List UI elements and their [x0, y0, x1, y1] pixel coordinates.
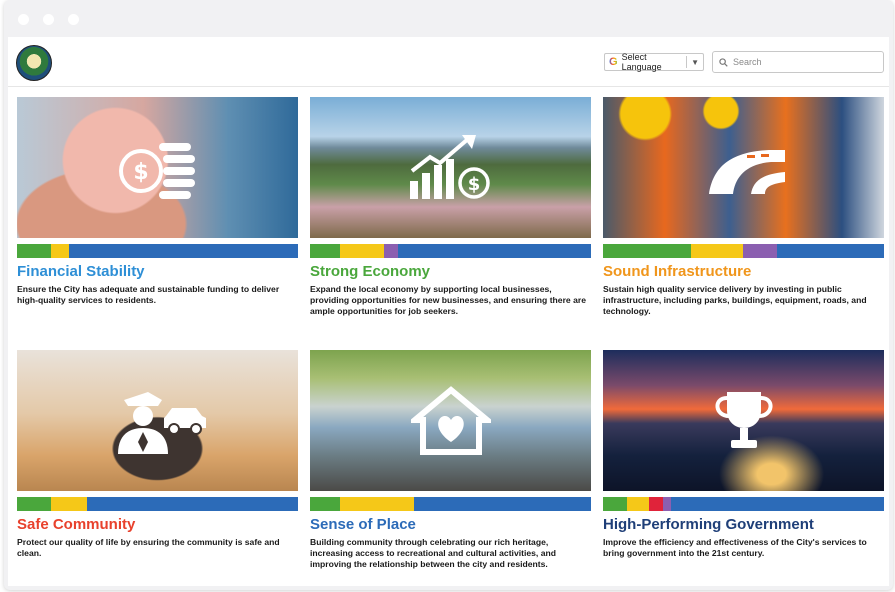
window-dot[interactable]: [43, 14, 54, 25]
colorbar-segment: [51, 497, 87, 511]
card-image[interactable]: [603, 350, 884, 491]
site-header: G Select Language ▼: [8, 37, 889, 87]
card-description: Expand the local economy by supporting l…: [310, 284, 586, 316]
road-icon: [708, 149, 785, 194]
colorbar-segment: [663, 497, 671, 511]
svg-text:$: $: [133, 160, 148, 185]
card-description: Sustain high quality service delivery by…: [603, 284, 867, 316]
colorbar-segment: [17, 244, 51, 258]
colorbar-segment: [384, 244, 398, 258]
colorbar-segment: [310, 244, 340, 258]
piggy-bank-coins-icon: $: [118, 142, 195, 199]
colorbar-segment: [310, 497, 340, 511]
card-safe-community[interactable]: Safe Community Protect our quality of li…: [17, 350, 298, 559]
google-icon: G: [609, 56, 618, 68]
colorbar-segment: [340, 244, 384, 258]
priority-colorbar: [310, 497, 591, 511]
colorbar-segment: [51, 244, 69, 258]
svg-text:$: $: [467, 174, 480, 195]
card-description: Ensure the City has adequate and sustain…: [17, 284, 280, 305]
colorbar-segment: [398, 244, 591, 258]
card-title[interactable]: High-Performing Government: [603, 516, 884, 534]
card-title[interactable]: Strong Economy: [310, 263, 591, 281]
card-strong-economy[interactable]: $ Strong Economy Expand the local econom…: [310, 97, 591, 317]
search-icon: [719, 57, 728, 67]
card-sound-infrastructure[interactable]: Sound Infrastructure Sustain high qualit…: [603, 97, 884, 317]
chevron-down-icon: ▼: [691, 57, 699, 67]
card-description: Protect our quality of life by ensuring …: [17, 537, 280, 558]
web-page: G Select Language ▼ $: [8, 37, 889, 586]
card-title[interactable]: Financial Stability: [17, 263, 298, 281]
window-controls: [18, 14, 79, 25]
colorbar-segment: [69, 244, 298, 258]
city-seal-logo[interactable]: [16, 45, 52, 81]
window-dot[interactable]: [68, 14, 79, 25]
card-description: Building community through celebrating o…: [310, 537, 556, 569]
priority-colorbar: [310, 244, 591, 258]
card-image[interactable]: [603, 97, 884, 238]
colorbar-segment: [743, 244, 777, 258]
search-input[interactable]: [733, 57, 873, 67]
colorbar-segment: [627, 497, 649, 511]
window-dot[interactable]: [18, 14, 29, 25]
trophy-icon: [715, 391, 772, 448]
card-title[interactable]: Sense of Place: [310, 516, 591, 534]
priority-colorbar: [17, 244, 298, 258]
card-description: Improve the efficiency and effectiveness…: [603, 537, 867, 558]
card-sense-of-place[interactable]: Sense of Place Building community throug…: [310, 350, 591, 570]
card-title[interactable]: Safe Community: [17, 516, 298, 534]
card-title[interactable]: Sound Infrastructure: [603, 263, 884, 281]
card-image[interactable]: [310, 350, 591, 491]
colorbar-segment: [414, 497, 591, 511]
priority-colorbar: [17, 497, 298, 511]
card-high-performing-government[interactable]: High-Performing Government Improve the e…: [603, 350, 884, 559]
colorbar-segment: [777, 244, 884, 258]
search-box[interactable]: [712, 51, 884, 73]
colorbar-segment: [691, 244, 743, 258]
house-heart-icon: [410, 385, 491, 455]
card-image[interactable]: $: [310, 97, 591, 238]
colorbar-segment: [603, 497, 627, 511]
colorbar-segment: [87, 497, 298, 511]
colorbar-segment: [649, 497, 663, 511]
growth-chart-dollar-icon: $: [409, 134, 490, 199]
priority-colorbar: [603, 244, 884, 258]
colorbar-segment: [671, 497, 884, 511]
colorbar-segment: [17, 497, 51, 511]
card-image[interactable]: [17, 350, 298, 491]
colorbar-segment: [340, 497, 414, 511]
priority-colorbar: [603, 497, 884, 511]
card-financial-stability[interactable]: $ Financial Stability Ensure the City ha…: [17, 97, 298, 306]
card-image[interactable]: $: [17, 97, 298, 238]
language-select-label: Select Language: [621, 52, 662, 72]
colorbar-segment: [603, 244, 691, 258]
language-select[interactable]: G Select Language ▼: [604, 52, 704, 72]
police-officer-car-icon: [117, 391, 206, 454]
select-divider: [686, 56, 688, 68]
